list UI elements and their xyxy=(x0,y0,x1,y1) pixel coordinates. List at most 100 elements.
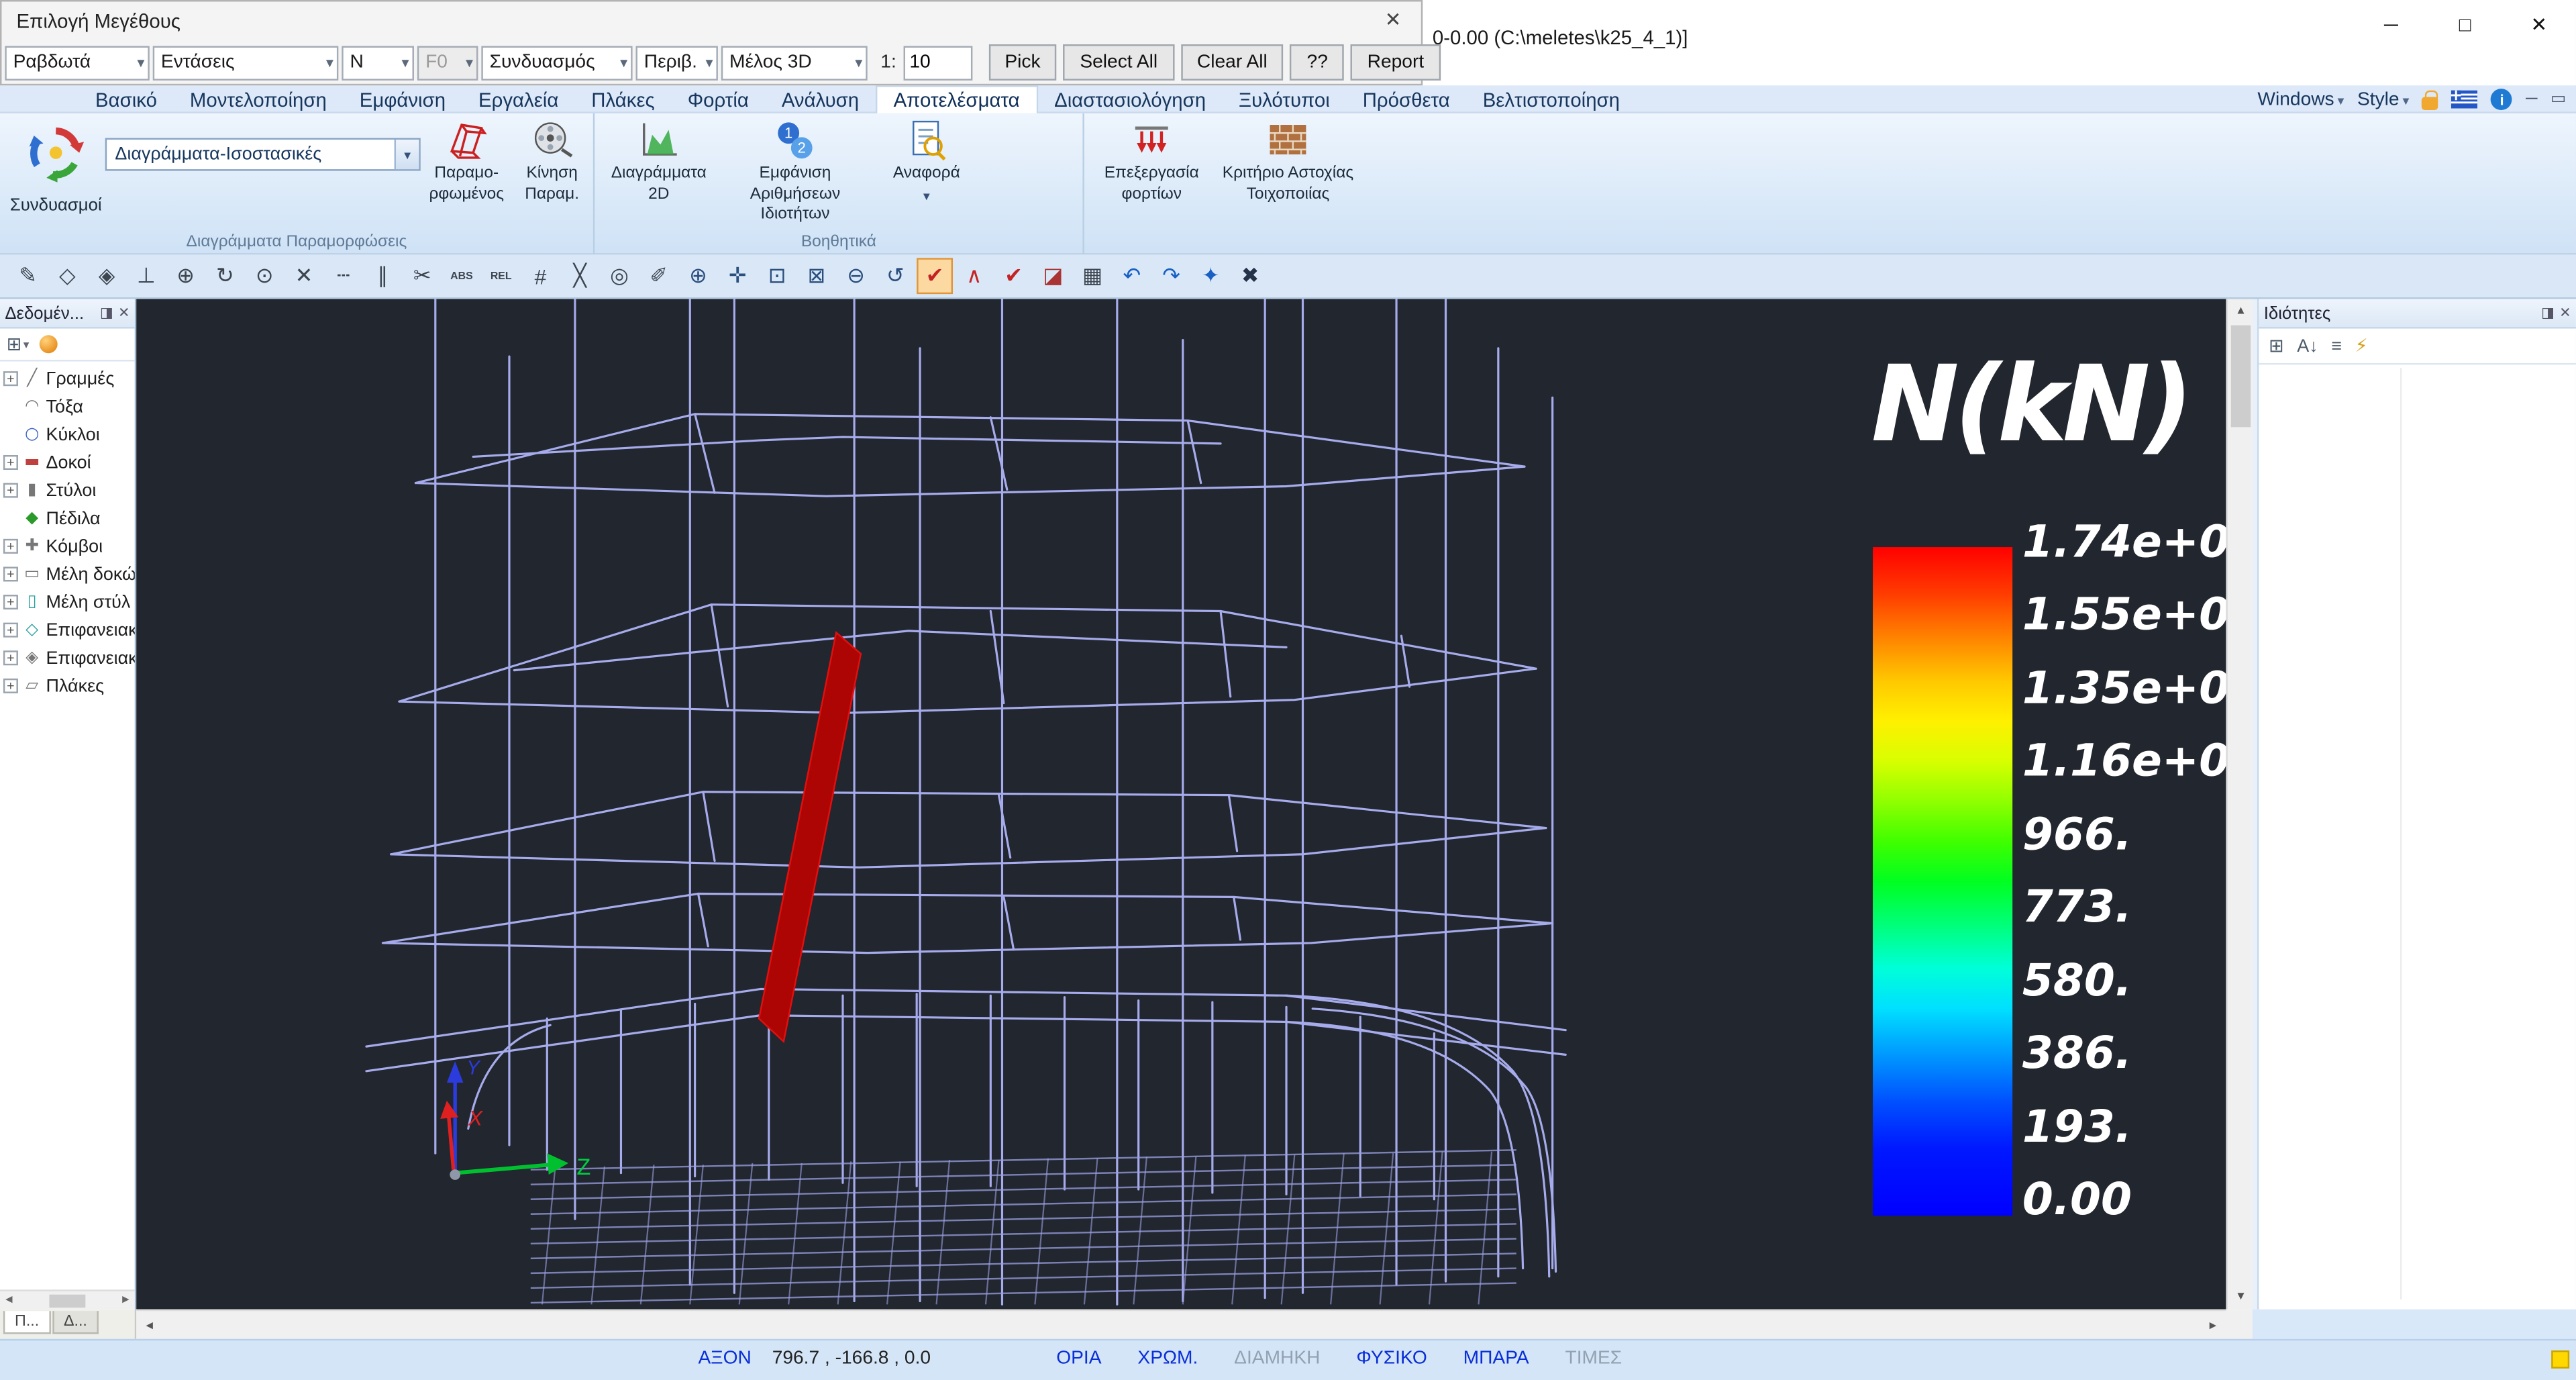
vscroll-thumb[interactable] xyxy=(2231,326,2251,428)
panel-bottom-tab[interactable]: Π... xyxy=(3,1311,50,1334)
edit-loads-button[interactable]: Επεξεργασία φορτίων xyxy=(1088,118,1216,205)
toolbar-icon[interactable]: ✔ xyxy=(917,258,953,294)
masonry-failure-criterion-button[interactable]: Κριτήριο Αστοχίας Τοιχοποιίας xyxy=(1216,118,1360,205)
alert-indicator[interactable] xyxy=(2551,1350,2569,1369)
toolbar-icon[interactable]: ✦ xyxy=(1192,258,1229,294)
lock-icon[interactable] xyxy=(2422,96,2438,109)
toolbar-icon[interactable]: ↺ xyxy=(877,258,913,294)
categorized-view-icon[interactable]: ⊞ xyxy=(2269,335,2284,356)
tree-item[interactable]: + ✚ Κόμβοι xyxy=(0,532,135,560)
dialog-button[interactable]: Select All xyxy=(1064,44,1174,81)
tree-expander[interactable]: + xyxy=(3,483,18,498)
sort-az-icon[interactable]: A↓ xyxy=(2297,336,2318,356)
scale-input[interactable] xyxy=(903,45,972,79)
toolbar-icon[interactable]: ◪ xyxy=(1035,258,1071,294)
toolbar-icon[interactable]: ⊠ xyxy=(798,258,835,294)
toolbar-icon[interactable]: ⊥ xyxy=(128,258,164,294)
close-icon[interactable]: ✕ xyxy=(118,304,130,322)
lightning-icon[interactable]: ⚡ xyxy=(2355,335,2368,356)
status-toggle[interactable]: ΤΙΜΕΣ xyxy=(1565,1348,1622,1368)
tree-expander[interactable]: + xyxy=(3,679,18,693)
toolbar-icon[interactable]: ABS xyxy=(444,258,480,294)
tree-item[interactable]: + ▮ Στύλοι xyxy=(0,477,135,505)
tree-view-icon[interactable]: ⊞▾ xyxy=(7,334,30,355)
windows-menu[interactable]: Windows xyxy=(2257,89,2344,109)
scroll-up-arrow[interactable]: ▲ xyxy=(2228,299,2254,324)
dialog-select[interactable]: Εντάσεις xyxy=(153,45,339,79)
tree-expander[interactable]: + xyxy=(3,455,18,470)
tree-expander[interactable] xyxy=(3,399,18,414)
toolbar-icon[interactable]: ◎ xyxy=(601,258,637,294)
dialog-select[interactable]: Περιβ. xyxy=(635,45,717,79)
dialog-select[interactable]: N xyxy=(342,45,414,79)
toolbar-icon[interactable]: ✖ xyxy=(1232,258,1268,294)
tree-expander[interactable]: + xyxy=(3,566,18,581)
diagram-combo[interactable]: Διαγράμματα-Ισοστασικές ▾ xyxy=(105,138,421,171)
info-icon[interactable]: i xyxy=(2491,89,2513,110)
tree-expander[interactable] xyxy=(3,427,18,442)
status-toggle[interactable]: ΧΡΩΜ. xyxy=(1137,1348,1198,1368)
ribbon-tab[interactable]: Εργαλεία xyxy=(462,85,575,113)
scroll-left-arrow[interactable]: ◄ xyxy=(3,1295,15,1306)
toolbar-icon[interactable]: ↻ xyxy=(207,258,243,294)
window-maximize-button[interactable]: □ xyxy=(2428,0,2502,49)
toolbar-icon[interactable]: ↷ xyxy=(1153,258,1190,294)
tree-item[interactable]: + ▬ Δοκοί xyxy=(0,448,135,477)
dialog-select[interactable]: Ραβδωτά xyxy=(5,45,149,79)
ribbon-layout-icon[interactable]: ▭ xyxy=(2551,91,2566,109)
ribbon-tab[interactable]: Μοντελοποίηση xyxy=(173,85,343,113)
toolbar-icon[interactable]: # xyxy=(523,258,559,294)
viewport-vscrollbar[interactable]: ▲ ▼ xyxy=(2226,299,2252,1309)
ribbon-tab[interactable]: Εμφάνιση xyxy=(343,85,462,113)
toolbar-icon[interactable]: ∧ xyxy=(956,258,992,294)
scroll-down-arrow[interactable]: ▼ xyxy=(2228,1285,2254,1310)
viewport-hscrollbar[interactable]: ◄ ► xyxy=(136,1310,2226,1339)
list-view-icon[interactable]: ≡ xyxy=(2331,336,2342,356)
status-toggle[interactable]: ΦΥΣΙΚΟ xyxy=(1356,1348,1427,1368)
tree-item[interactable]: + ╱ Γραμμές xyxy=(0,364,135,393)
tree-item[interactable]: + ▭ Μέλη δοκώ xyxy=(0,560,135,589)
toolbar-icon[interactable]: ⊕ xyxy=(168,258,204,294)
tree-item[interactable]: ○ Κύκλοι xyxy=(0,421,135,449)
scroll-right-arrow[interactable]: ► xyxy=(2200,1313,2226,1339)
dialog-button[interactable]: Report xyxy=(1351,44,1441,81)
scroll-right-arrow[interactable]: ► xyxy=(120,1295,132,1306)
toolbar-icon[interactable]: ◇ xyxy=(49,258,85,294)
dialog-select[interactable]: Συνδυασμός xyxy=(481,45,632,79)
dialog-button[interactable]: Clear All xyxy=(1180,44,1284,81)
chevron-down-icon[interactable]: ▾ xyxy=(395,140,419,169)
style-menu[interactable]: Style xyxy=(2357,89,2409,109)
tree-item[interactable]: ◠ Τόξα xyxy=(0,393,135,421)
diagrams-2d-button[interactable]: Διαγράμματα 2D xyxy=(605,118,713,205)
toolbar-icon[interactable]: ✎ xyxy=(10,258,46,294)
dialog-select[interactable]: F0 xyxy=(417,45,478,79)
panel-scrollbar[interactable]: ◄ ► xyxy=(0,1289,135,1309)
toolbar-icon[interactable]: ⊙ xyxy=(246,258,282,294)
window-minimize-button[interactable]: ─ xyxy=(2354,0,2428,49)
toolbar-icon[interactable]: ⊕ xyxy=(680,258,717,294)
toolbar-icon[interactable]: ▦ xyxy=(1074,258,1111,294)
toolbar-icon[interactable]: REL xyxy=(483,258,519,294)
panel-bottom-tab[interactable]: Δ... xyxy=(52,1311,99,1334)
dialog-button[interactable]: Pick xyxy=(988,44,1057,81)
ribbon-tab[interactable]: Πλάκες xyxy=(575,85,671,113)
toolbar-icon[interactable]: ↶ xyxy=(1114,258,1150,294)
dialog-close-icon[interactable]: ✕ xyxy=(1385,8,1402,31)
window-close-button[interactable]: ✕ xyxy=(2502,0,2576,49)
ribbon-tab[interactable]: Βελτιστοποίηση xyxy=(1466,85,1636,113)
close-icon[interactable]: ✕ xyxy=(2559,304,2571,322)
combinations-button[interactable]: Συνδυασμοί xyxy=(10,121,102,215)
toolbar-icon[interactable]: ✔ xyxy=(996,258,1032,294)
tree-item[interactable]: + ◈ Επιφανειακ xyxy=(0,644,135,672)
toolbar-icon[interactable]: ✂ xyxy=(404,258,440,294)
tree-expander[interactable]: + xyxy=(3,650,18,665)
animate-deformation-button[interactable]: Κίνηση Παραμ. xyxy=(513,118,592,205)
ribbon-tab[interactable]: Διαστασιολόγηση xyxy=(1038,85,1223,113)
toolbar-icon[interactable]: ⊖ xyxy=(838,258,874,294)
pin-icon[interactable]: ◨ xyxy=(2541,304,2555,322)
toolbar-icon[interactable]: ╳ xyxy=(562,258,598,294)
toolbar-icon[interactable]: ∥ xyxy=(365,258,401,294)
favorites-icon[interactable] xyxy=(39,335,57,353)
ribbon-minimize-icon[interactable]: ─ xyxy=(2526,91,2537,109)
show-numbering-button[interactable]: 1 2 Εμφάνιση Αριθμήσεων Ιδιοτήτων xyxy=(716,118,874,226)
